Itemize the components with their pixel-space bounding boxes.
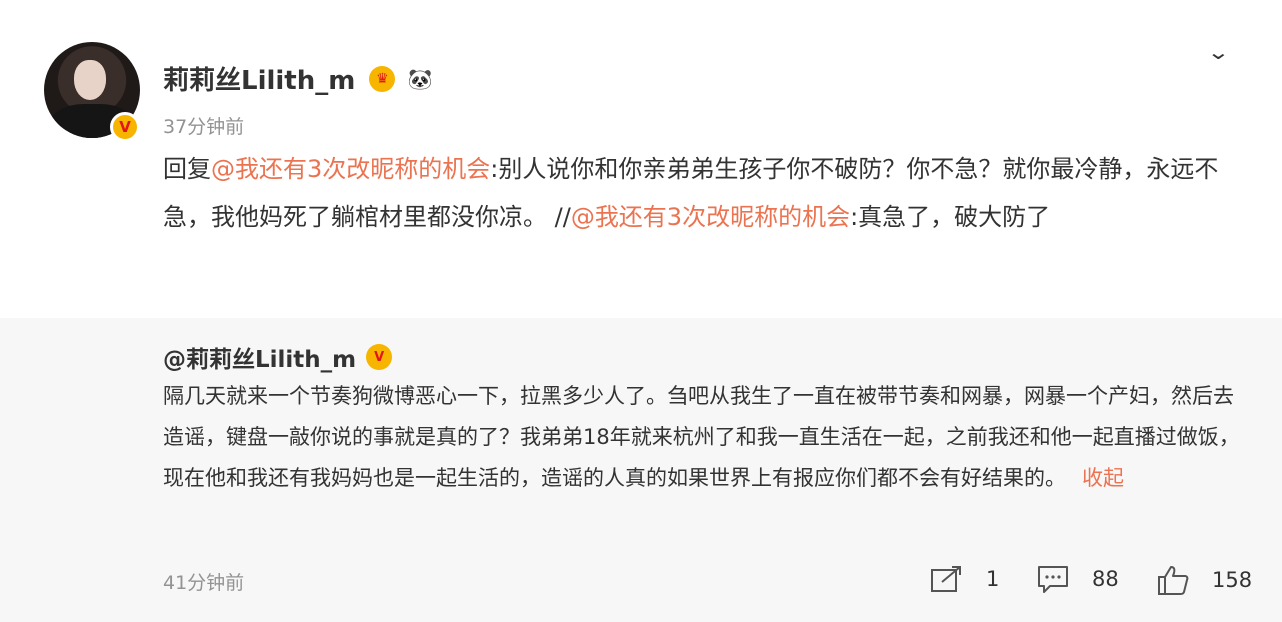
like-button[interactable]: 158	[1156, 564, 1252, 596]
panda-badge-icon: 🐼	[407, 66, 433, 91]
share-button[interactable]: 1	[930, 564, 999, 594]
repost-time[interactable]: 41分钟前	[163, 568, 244, 595]
share-icon	[931, 566, 961, 592]
post-content: 回复@我还有3次改昵称的机会:别人说你和你亲弟弟生孩子你不破防？你不急？就你最冷…	[163, 145, 1243, 241]
repost-section: @莉莉丝Lilith_m V 隔几天就来一个节奏狗微博恶心一下，拉黑多少人了。刍…	[0, 318, 1282, 622]
mention-link[interactable]: @我还有3次改昵称的机会	[211, 155, 490, 183]
verified-v-icon: V	[110, 112, 140, 142]
vip-crown-icon: ♛	[369, 65, 396, 92]
repost-content: 隔几天就来一个节奏狗微博恶心一下，拉黑多少人了。刍吧从我生了一直在被带节奏和网暴…	[163, 376, 1248, 499]
comment-count: 88	[1092, 567, 1119, 591]
mention-link[interactable]: @我还有3次改昵称的机会	[571, 203, 850, 231]
like-icon	[1158, 566, 1189, 595]
reply-prefix: 回复	[163, 155, 211, 183]
post-header-section: V 莉莉丝Lilith_m ♛ 🐼 37分钟前 ⌄ 回复@我还有3次改昵称的机会…	[0, 0, 1282, 318]
repost-author[interactable]: @莉莉丝Lilith_m	[163, 340, 356, 374]
comment-button[interactable]: 88	[1036, 564, 1119, 594]
comment-icon	[1038, 566, 1068, 593]
avatar-face	[74, 60, 106, 100]
like-count: 158	[1212, 568, 1253, 592]
repost-text: 隔几天就来一个节奏狗微博恶心一下，拉黑多少人了。刍吧从我生了一直在被带节奏和网暴…	[163, 384, 1240, 490]
author-name-row: 莉莉丝Lilith_m ♛ 🐼	[163, 60, 435, 97]
verified-v-icon: V	[366, 344, 393, 370]
repost-author-row: @莉莉丝Lilith_m V	[163, 340, 393, 374]
author-name[interactable]: 莉莉丝Lilith_m	[163, 60, 355, 97]
chevron-down-icon[interactable]: ⌄	[1207, 40, 1230, 64]
collapse-link[interactable]: 收起	[1082, 466, 1124, 490]
post-text-part-2: :真急了，破大防了	[850, 203, 1051, 231]
share-count: 1	[986, 567, 1000, 591]
weibo-post-card: V 莉莉丝Lilith_m ♛ 🐼 37分钟前 ⌄ 回复@我还有3次改昵称的机会…	[0, 0, 1282, 622]
post-time[interactable]: 37分钟前	[163, 112, 244, 139]
